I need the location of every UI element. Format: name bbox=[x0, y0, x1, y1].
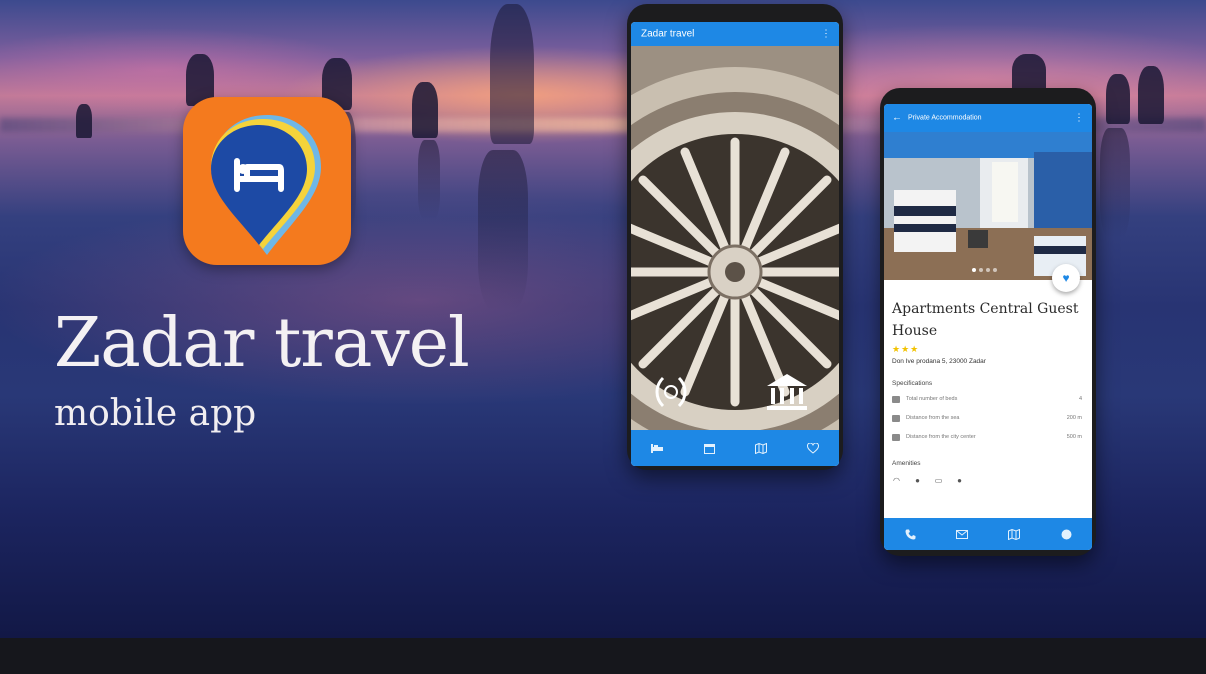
hotel-address: Don Ive prodana 5, 23000 Zadar bbox=[892, 358, 986, 365]
email-icon[interactable] bbox=[955, 527, 969, 541]
amenities-icons: ◠ ● ▭ ● bbox=[892, 476, 964, 485]
bed-location-pin-icon bbox=[211, 115, 321, 255]
city-icon bbox=[892, 434, 900, 441]
person-silhouette bbox=[412, 82, 438, 138]
calendar-icon[interactable] bbox=[702, 441, 716, 455]
bed-icon[interactable] bbox=[650, 441, 664, 455]
app-bar: Zadar travel ⋮ bbox=[631, 22, 839, 46]
specifications-label: Specifications bbox=[892, 380, 933, 387]
laurel-wreath-icon bbox=[655, 376, 687, 408]
phone-icon[interactable] bbox=[903, 527, 917, 541]
spec-value: 4 bbox=[1078, 396, 1082, 402]
beach-icon bbox=[892, 415, 900, 422]
map-icon[interactable] bbox=[754, 441, 768, 455]
museum-icon bbox=[767, 374, 807, 410]
map-icon[interactable] bbox=[1007, 527, 1021, 541]
spec-row: Distance from the sea 200 m bbox=[892, 413, 1082, 425]
spec-row: Distance from the city center 500 m bbox=[892, 432, 1082, 444]
app-bar: ← Private Accommodation ⋮ bbox=[884, 104, 1092, 132]
arrow-back-icon[interactable]: ← bbox=[892, 113, 902, 124]
carousel-dots bbox=[972, 268, 997, 272]
person-silhouette bbox=[1106, 74, 1130, 124]
amenities-label: Amenities bbox=[892, 460, 921, 467]
bottom-navigation bbox=[631, 430, 839, 466]
globe-icon[interactable] bbox=[1059, 527, 1073, 541]
air-conditioning-icon: ● bbox=[957, 476, 962, 485]
heart-outline-icon[interactable]: ♥ bbox=[1052, 264, 1080, 292]
rose-window-image bbox=[631, 46, 839, 466]
person-silhouette bbox=[490, 4, 534, 144]
bedroom-graphic bbox=[884, 132, 1092, 280]
app-bar-title: Zadar travel bbox=[641, 28, 695, 40]
more-vert-icon[interactable]: ⋮ bbox=[1074, 113, 1084, 124]
spec-value: 500 m bbox=[1066, 434, 1082, 440]
wifi-icon: ◠ bbox=[893, 476, 900, 485]
person-silhouette bbox=[1138, 66, 1164, 124]
more-vert-icon[interactable]: ⋮ bbox=[821, 29, 831, 40]
spec-label: Distance from the sea bbox=[906, 415, 960, 421]
app-icon bbox=[183, 97, 351, 265]
spec-row: Total number of beds 4 bbox=[892, 394, 1082, 406]
app-bar-title: Private Accommodation bbox=[908, 114, 982, 122]
phone-mockup-home: Zadar travel ⋮ bbox=[627, 4, 843, 470]
bed-icon bbox=[892, 396, 900, 403]
phone-screen: ← Private Accommodation ⋮ ♥ Apartments C… bbox=[884, 104, 1092, 550]
phone-screen: Zadar travel ⋮ bbox=[631, 22, 839, 466]
bottom-band bbox=[0, 638, 1206, 674]
person-reflection bbox=[1100, 128, 1130, 238]
spec-label: Total number of beds bbox=[906, 396, 958, 402]
person-reflection bbox=[478, 150, 528, 310]
bottom-navigation bbox=[884, 518, 1092, 550]
star-rating: ★★★ bbox=[892, 344, 920, 354]
app-subtitle: mobile app bbox=[54, 393, 257, 434]
parking-icon: ● bbox=[915, 476, 920, 485]
tv-icon: ▭ bbox=[934, 476, 943, 485]
hotel-name: Apartments Central Guest House bbox=[892, 301, 1079, 339]
phone-mockup-accommodation: ← Private Accommodation ⋮ ♥ Apartments C… bbox=[880, 88, 1096, 556]
apartment-photo bbox=[884, 132, 1092, 280]
heart-icon[interactable] bbox=[806, 441, 820, 455]
spec-value: 200 m bbox=[1066, 415, 1082, 421]
person-reflection bbox=[418, 140, 440, 220]
person-silhouette bbox=[76, 104, 92, 138]
app-title: Zadar travel bbox=[54, 304, 470, 383]
spec-label: Distance from the city center bbox=[906, 434, 976, 440]
